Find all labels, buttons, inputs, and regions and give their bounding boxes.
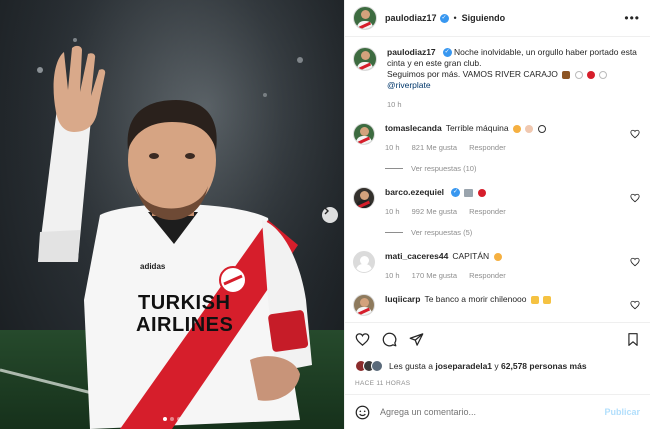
caption-meta: 10 h [387,100,640,109]
mention-link[interactable]: @riverplate [387,80,431,90]
liker-avatars[interactable] [355,360,383,372]
comment-text: luqiicarp Te banco a morir chilenooo [385,294,622,305]
comment-text: barco.ezequiel ✓ [385,187,622,198]
comment-time: 10 h [385,143,400,152]
comment-username[interactable]: luqiicarp [385,294,420,304]
caption-line2: Seguimos por más. VAMOS RIVER CARAJO [387,69,558,79]
view-replies-label: Ver respuestas (5) [411,228,473,237]
view-replies-button[interactable]: Ver respuestas (5) [385,228,622,237]
flexed-biceps-emoji-icon [530,295,539,304]
reply-button[interactable]: Responder [469,271,506,280]
likes-prefix: Les gusta a [389,361,433,371]
post-header: paulodiaz17 ✓ • Siguiendo ••• [345,0,650,37]
author-avatar[interactable] [353,6,377,30]
comment-row: luqiicarp Te banco a morir chilenooo [353,294,640,316]
reply-button[interactable]: Responder [469,143,506,152]
caption-row: paulodiaz17 ✓ Noche inolvidable, un orgul… [353,47,640,109]
post-photo[interactable]: adidas TURKISH AIRLINES [0,0,344,429]
comment-likes-link[interactable]: 821 Me gusta [412,143,457,152]
red-circle-emoji-icon [586,70,595,79]
likes-user-link[interactable]: joseparadela1 [435,361,492,371]
jersey-sponsor-line2: AIRLINES [136,314,234,336]
jersey-brand-text: adidas [140,262,166,271]
caption-text: paulodiaz17 ✓ Noche inolvidable, un orgul… [387,47,640,91]
flexed-biceps-emoji-icon [562,70,571,79]
likes-connector: y [494,361,499,371]
player-photo-illustration [0,0,344,429]
smiley-icon[interactable] [355,405,370,420]
commenter-avatar[interactable] [353,123,375,145]
comment-username[interactable]: tomaslecanda [385,123,442,133]
next-slide-button[interactable] [322,207,338,223]
comment-likes-link[interactable]: 992 Me gusta [412,207,457,216]
comment-text: tomaslecanda Terrible máquina [385,123,622,134]
carousel-dot [170,417,174,421]
likes-summary: Les gusta a joseparadela1 y 62,578 perso… [345,356,650,376]
comment-likes-link[interactable]: 170 Me gusta [412,271,457,280]
more-options-icon[interactable]: ••• [624,11,640,25]
liker-avatar [371,360,383,372]
commenter-avatar[interactable] [353,187,375,209]
comment-bubble-icon[interactable] [382,332,397,347]
comment-like-heart-icon[interactable] [630,129,640,139]
carousel-dot [177,417,181,421]
verified-badge-icon: ✓ [442,48,452,58]
comment-row: barco.ezequiel ✓ 10 h 992 Me gusta Respon… [353,187,640,237]
comment-input[interactable] [380,407,605,417]
comments-scroll[interactable]: paulodiaz17 ✓ Noche inolvidable, un orgul… [345,37,650,322]
likes-others-link[interactable]: 62,578 personas más [501,361,587,371]
comment-body: CAPITÁN [452,251,490,261]
comment-like-heart-icon[interactable] [630,193,640,203]
comment-meta: 10 h 821 Me gusta Responder [385,143,622,152]
comment-row: tomaslecanda Terrible máquina 10 h 821 Me… [353,123,640,173]
verified-badge-icon: ✓ [439,13,449,23]
post-timestamp[interactable]: HACE 11 HORAS [345,376,650,394]
caption-avatar[interactable] [353,47,377,71]
comment-body: Te banco a morir chilenooo [424,294,527,304]
comment-username[interactable]: mati_caceres44 [385,251,448,261]
comment-meta: 10 h 992 Me gusta Responder [385,207,622,216]
header-separator: • [453,13,457,23]
comment-like-heart-icon[interactable] [630,300,640,310]
caption-time: 10 h [387,100,402,109]
view-replies-label: Ver respuestas (10) [411,164,477,173]
comment-time: 10 h [385,207,400,216]
comment-text: mati_caceres44 CAPITÁN [385,251,622,262]
post-actions-bar [345,322,650,356]
soccer-ball-emoji-icon [537,124,546,133]
verified-badge-icon: ✓ [451,188,461,198]
caption-username[interactable]: paulodiaz17 [387,47,436,57]
comment-username[interactable]: barco.ezequiel [385,187,444,197]
post-side-panel: paulodiaz17 ✓ • Siguiendo ••• paulodiaz1… [344,0,650,429]
chevron-right-icon [324,207,329,215]
white-circle-emoji-icon [599,70,608,79]
flexed-biceps-emoji-icon [543,295,552,304]
view-replies-button[interactable]: Ver respuestas (10) [385,164,622,173]
reply-button[interactable]: Responder [469,207,506,216]
instagram-post: adidas TURKISH AIRLINES paulodiaz17 ✓ • … [0,0,650,429]
comment-body: Terrible máquina [445,123,509,133]
author-username[interactable]: paulodiaz17 [385,13,437,23]
heart-eyes-emoji-icon [493,252,502,261]
heart-eyes-emoji-icon [512,124,521,133]
following-button[interactable]: Siguiendo [462,13,506,23]
comment-time: 10 h [385,271,400,280]
paper-plane-icon[interactable] [409,332,424,347]
bookmark-icon[interactable] [626,332,640,347]
carousel-dots [0,417,344,421]
comment-row: mati_caceres44 CAPITÁN 10 h 170 Me gusta … [353,251,640,280]
post-comment-button[interactable]: Publicar [604,407,640,417]
heart-icon[interactable] [355,332,370,347]
comment-like-heart-icon[interactable] [630,257,640,267]
carousel-dot [163,417,167,421]
comment-composer: Publicar [345,394,650,429]
clap-emoji-icon [525,124,534,133]
crest-emoji-icon [477,188,486,197]
crossed-swords-emoji-icon [464,188,474,197]
commenter-avatar[interactable] [353,251,375,273]
comment-meta: 10 h 170 Me gusta Responder [385,271,622,280]
jersey-sponsor-line1: TURKISH [138,292,231,314]
white-circle-emoji-icon [574,70,583,79]
commenter-avatar[interactable] [353,294,375,316]
